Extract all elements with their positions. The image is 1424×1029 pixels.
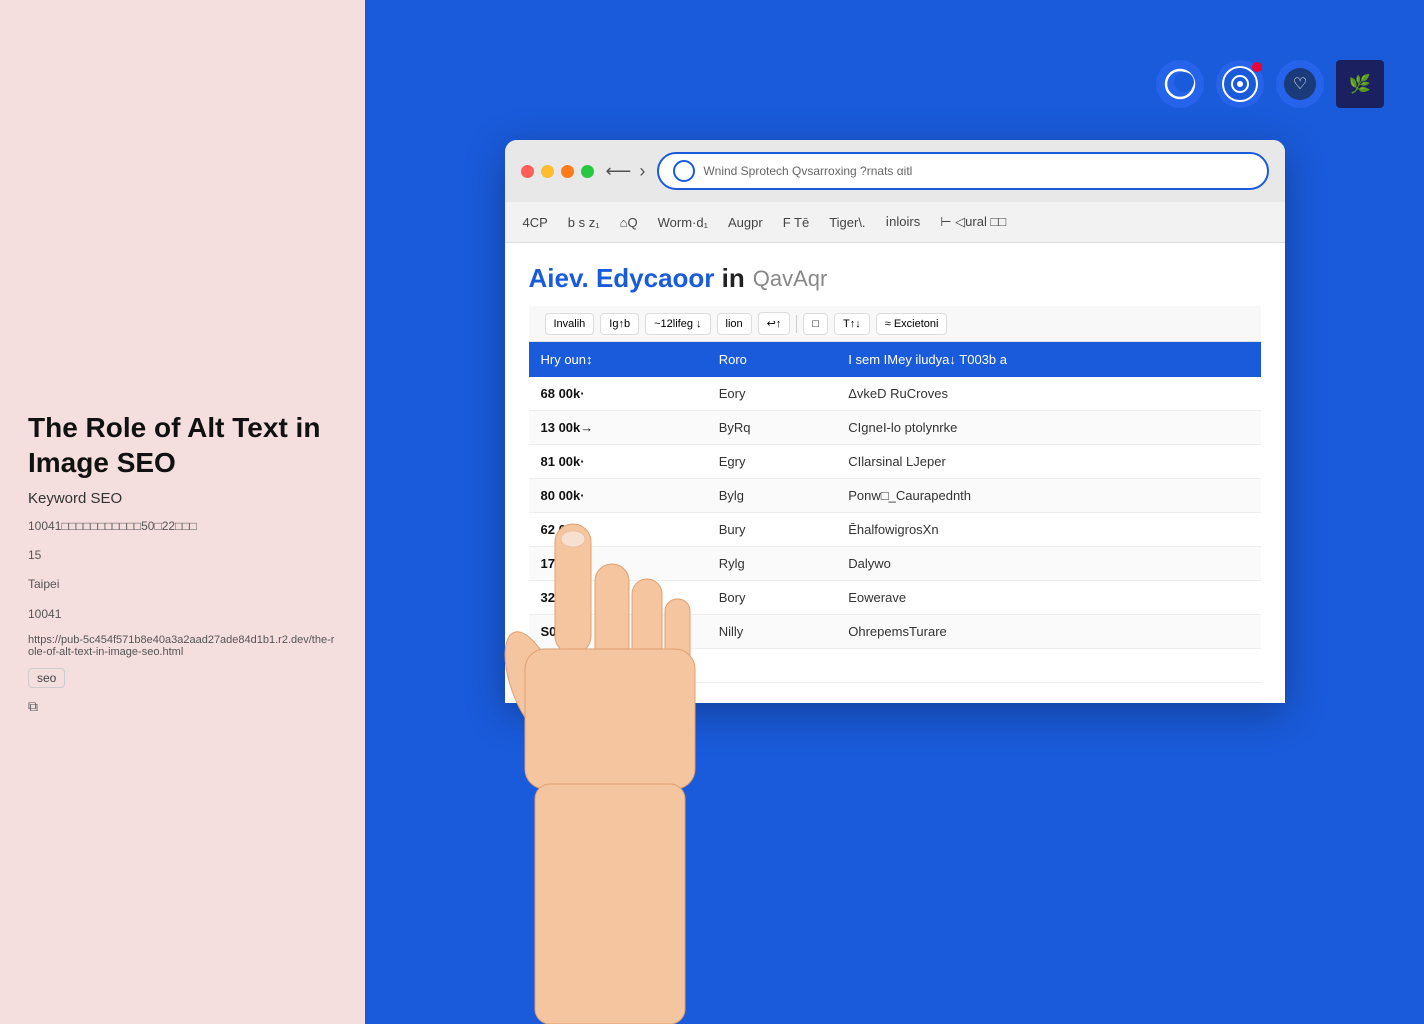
browser-nav-bar: 4CP b s z₁ ⌂Q Worm·d₁ Augpr F Tē Tiger\.… xyxy=(505,202,1285,243)
table-cell-5-2: Dalywo xyxy=(836,547,1260,581)
nav-item-1[interactable]: b s z₁ xyxy=(566,211,602,234)
taskbar-icon-heart[interactable]: ♡ xyxy=(1276,60,1324,108)
browser-nav-buttons[interactable]: ⟵ › xyxy=(606,161,646,182)
copy-icon[interactable]: ⧉ xyxy=(28,698,337,715)
right-area: ♡ 🌿 ⟵ › Wnind Sprotec xyxy=(365,0,1424,1024)
left-sidebar: The Role of Alt Text in Image SEO Keywor… xyxy=(0,0,365,1024)
table-cell-5-1: Rylg xyxy=(707,547,837,581)
taskbar-icon-music[interactable] xyxy=(1216,60,1264,108)
taskbar-icons: ♡ 🌿 xyxy=(1156,60,1384,108)
page-subtitle: QavAqr xyxy=(753,266,828,292)
meta-line1: 10041□□□□□□□□□□□50□22□□□ xyxy=(28,517,337,536)
col-header-1: Hry oun↕ xyxy=(529,342,707,377)
toolbar-btn-invalih[interactable]: Invalih xyxy=(545,313,595,335)
article-title: The Role of Alt Text in Image SEO xyxy=(28,410,337,480)
forward-button[interactable]: › xyxy=(639,161,645,182)
traffic-light-minimize[interactable] xyxy=(541,165,554,178)
svg-text:♡: ♡ xyxy=(1293,76,1307,93)
nav-item-tiger[interactable]: Tiger\. xyxy=(827,211,867,234)
meta-line3: Taipei xyxy=(28,575,337,594)
browser-titlebar: ⟵ › Wnind Sprotech Qvsarroxing ?rnats αi… xyxy=(505,140,1285,202)
toolbar-divider xyxy=(796,315,797,333)
table-cell-2-1: Egry xyxy=(707,445,837,479)
table-cell-8-1 xyxy=(707,649,837,683)
toolbar-btn-excietoni[interactable]: ≈ Excietoni xyxy=(876,313,948,335)
table-cell-0-2: ΔvkeD RuCroves xyxy=(836,377,1260,411)
nav-item-2[interactable]: ⌂Q xyxy=(618,211,640,234)
toolbar-btn-12lifeg[interactable]: ~12lifeg ↓ xyxy=(645,313,710,335)
seo-tag: seo xyxy=(28,668,65,688)
taskbar-icon-moon[interactable] xyxy=(1156,60,1204,108)
browser-icon xyxy=(673,160,695,182)
hand-pointer-overlay xyxy=(425,444,725,1024)
page-title-blue: Aiev. Edycaoor in xyxy=(529,263,745,294)
keyword-label: Keyword SEO xyxy=(28,490,337,507)
table-cell-3-1: Bylg xyxy=(707,479,837,513)
table-cell-7-2: OhrepemsTurare xyxy=(836,615,1260,649)
nav-item-te[interactable]: F Tē xyxy=(781,211,812,234)
svg-text:🌿: 🌿 xyxy=(1349,73,1371,94)
meta-line4: 10041 xyxy=(28,605,337,624)
table-cell-4-1: Bury xyxy=(707,513,837,547)
nav-item-worm[interactable]: Worm·d₁ xyxy=(656,211,710,234)
table-cell-4-2: ĒhalfowigrosXn xyxy=(836,513,1260,547)
back-button[interactable]: ⟵ xyxy=(606,161,632,182)
table-cell-0-0: 68 00k· xyxy=(529,377,707,411)
table-row[interactable]: 68 00k·EoryΔvkeD RuCroves xyxy=(529,377,1261,411)
toolbar-btn-box[interactable]: □ xyxy=(803,313,828,335)
table-cell-1-0: 13 00k→ xyxy=(529,411,707,445)
toolbar-btn-igtb[interactable]: Ig↑b xyxy=(600,313,639,335)
nav-item-0[interactable]: 4CP xyxy=(521,211,550,234)
taskbar-icon-leaf[interactable]: 🌿 xyxy=(1336,60,1384,108)
table-cell-3-2: Ponw□_Caurapednth xyxy=(836,479,1260,513)
col-header-2: Roro xyxy=(707,342,837,377)
address-text[interactable]: Wnind Sprotech Qvsarroxing ?rnats αitl xyxy=(703,164,912,178)
table-cell-6-1: Bory xyxy=(707,581,837,615)
browser-toolbar: Invalih Ig↑b ~12lifeg ↓ lion ↩↑ □ T↑↓ ≈ … xyxy=(529,306,1261,342)
notification-dot xyxy=(1252,62,1262,72)
toolbar-btn-arrow[interactable]: ↩↑ xyxy=(758,312,791,335)
article-url[interactable]: https://pub-5c454f571b8e40a3a2aad27ade84… xyxy=(28,634,337,658)
address-bar[interactable]: Wnind Sprotech Qvsarroxing ?rnats αitl xyxy=(657,152,1268,190)
traffic-light-maximize[interactable] xyxy=(581,165,594,178)
table-cell-1-2: CIgneI-lo ptolynrke xyxy=(836,411,1260,445)
traffic-light-orange[interactable] xyxy=(561,165,574,178)
table-cell-1-1: ByRq xyxy=(707,411,837,445)
col-header-3: I sem IMey iludya↓ T003b a xyxy=(836,342,1260,377)
page-title-row: Aiev. Edycaoor in QavAqr xyxy=(529,263,1261,294)
table-row[interactable]: 13 00k→ByRqCIgneI-lo ptolynrke xyxy=(529,411,1261,445)
toolbar-btn-lion[interactable]: lion xyxy=(717,313,752,335)
traffic-light-close[interactable] xyxy=(521,165,534,178)
nav-item-nloirs[interactable]: ⅰnloirs xyxy=(884,210,923,234)
table-cell-6-2: Eowerave xyxy=(836,581,1260,615)
nav-item-augpr[interactable]: Augpr xyxy=(726,211,765,234)
toolbar-btn-t[interactable]: T↑↓ xyxy=(834,313,870,335)
traffic-lights xyxy=(521,165,594,178)
meta-line2: 15 xyxy=(28,546,337,565)
table-cell-2-2: CIlarsinal LJeper xyxy=(836,445,1260,479)
table-cell-8-2 xyxy=(836,649,1260,683)
table-cell-0-1: Eory xyxy=(707,377,837,411)
table-cell-7-1: Nilly xyxy=(707,615,837,649)
nav-item-ural[interactable]: ⊢ ◁ural □□ xyxy=(938,210,1008,234)
